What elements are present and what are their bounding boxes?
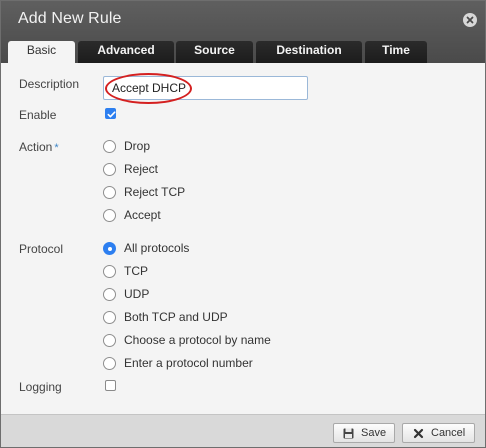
- radio-button[interactable]: [103, 265, 116, 278]
- required-marker: *: [54, 142, 59, 154]
- radio-label: Both TCP and UDP: [124, 310, 228, 324]
- cancel-button[interactable]: Cancel: [402, 423, 475, 443]
- tab-destination[interactable]: Destination: [256, 41, 362, 63]
- radio-label: Reject TCP: [124, 185, 186, 199]
- tab-source[interactable]: Source: [176, 41, 253, 63]
- description-label: Description: [19, 77, 80, 91]
- tab-label: Advanced: [97, 43, 155, 57]
- tab-label: Destination: [276, 43, 342, 57]
- cancel-icon: [413, 428, 424, 439]
- close-icon: [466, 16, 474, 24]
- radio-button[interactable]: [103, 288, 116, 301]
- tab-basic[interactable]: Basic: [8, 41, 75, 64]
- save-label: Save: [361, 427, 387, 439]
- radio-label: Choose a protocol by name: [124, 333, 271, 347]
- checkmark-icon: [107, 111, 116, 118]
- protocol-label: Protocol: [19, 242, 64, 256]
- logging-label: Logging: [19, 380, 62, 394]
- radio-label: UDP: [124, 287, 150, 301]
- tab-label: Source: [194, 43, 235, 57]
- description-input[interactable]: [103, 76, 308, 100]
- dialog-footer: Save Cancel: [1, 414, 485, 447]
- enable-checkbox[interactable]: [105, 108, 116, 119]
- radio-button[interactable]: [103, 357, 116, 370]
- dialog-title: Add New Rule: [18, 10, 122, 27]
- radio-button[interactable]: [103, 140, 116, 153]
- radio-button[interactable]: [103, 311, 116, 324]
- tab-time[interactable]: Time: [365, 41, 427, 63]
- radio-button[interactable]: [103, 163, 116, 176]
- radio-button[interactable]: [103, 186, 116, 199]
- close-button[interactable]: [463, 13, 477, 27]
- radio-label: Drop: [124, 139, 151, 153]
- tab-advanced[interactable]: Advanced: [78, 41, 174, 63]
- radio-button[interactable]: [103, 334, 116, 347]
- action-label-text: Action: [19, 140, 53, 154]
- cancel-label: Cancel: [431, 427, 466, 439]
- add-rule-dialog: Add New Rule Basic Advanced Source Desti…: [0, 0, 486, 448]
- radio-label: Enter a protocol number: [124, 356, 253, 370]
- radio-label: Reject: [124, 162, 159, 176]
- action-label: Action *: [19, 140, 59, 154]
- save-icon: [343, 428, 354, 439]
- enable-label: Enable: [19, 108, 57, 122]
- logging-checkbox[interactable]: [105, 380, 116, 391]
- radio-label: All protocols: [124, 241, 190, 255]
- radio-label: TCP: [124, 264, 148, 278]
- radio-button[interactable]: [103, 209, 116, 222]
- radio-label: Accept: [124, 208, 161, 222]
- tab-label: Basic: [26, 43, 57, 57]
- basic-tab-panel: Description Enable Action* Drop Reject R…: [1, 63, 485, 415]
- save-button[interactable]: Save: [333, 423, 395, 443]
- radio-button[interactable]: [103, 242, 116, 255]
- tab-label: Time: [382, 43, 410, 57]
